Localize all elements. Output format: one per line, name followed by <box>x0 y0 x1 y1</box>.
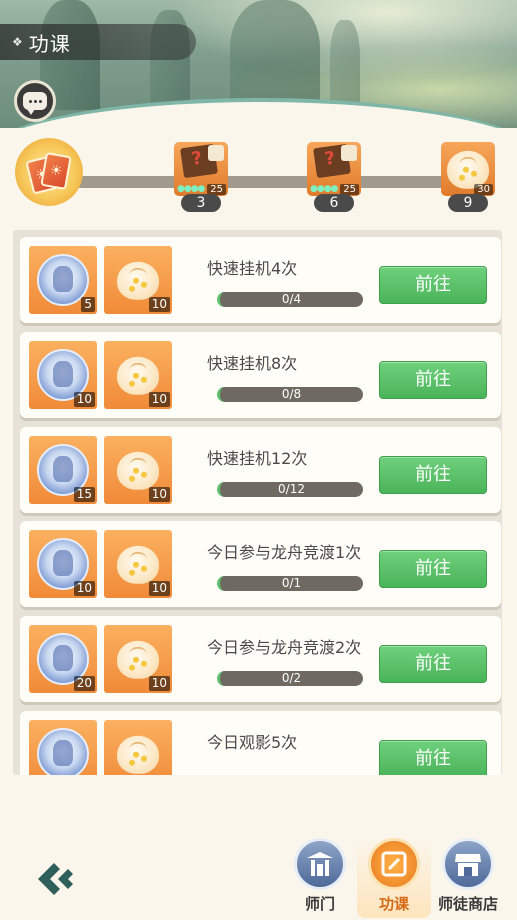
reward-qty: 10 <box>148 297 170 312</box>
reward-item[interactable]: 15 <box>29 435 97 504</box>
reward-item[interactable]: 10 <box>104 530 172 599</box>
nav-item-shimen[interactable]: 师门 <box>283 838 357 918</box>
back-arrow-icon <box>38 863 73 895</box>
nav-label: 师徒商店 <box>437 895 498 913</box>
chat-bubble-icon <box>23 92 47 115</box>
progress-bar: 0/2 <box>217 671 363 687</box>
cards-icon[interactable]: ☀ ☀ <box>15 138 83 206</box>
nav-label: 师门 <box>304 895 335 913</box>
progress-bar: 0/4 <box>217 292 363 307</box>
task-row: 10 10 快速挂机8次 0/8 前往 <box>20 331 501 418</box>
milestone-reward[interactable]: 30 9 <box>441 142 495 212</box>
progress-bar: 0/1 <box>217 576 363 592</box>
task-row: 15 10 快速挂机12次 0/12 前往 <box>20 426 501 513</box>
reward-qty: 10 <box>148 581 170 597</box>
task-name: 快速挂机4次 <box>207 259 298 278</box>
reward-item[interactable]: 10 <box>104 246 172 314</box>
task-name: 今日参与龙舟竞渡2次 <box>207 638 362 658</box>
shop-icon <box>442 838 494 890</box>
reward-item[interactable]: 10 <box>29 340 97 409</box>
dumpling-icon <box>117 356 159 395</box>
milestone-reward[interactable]: ●●●● 25 6 <box>307 142 361 212</box>
dumpling-icon <box>117 735 159 774</box>
reward-qty: 10 <box>73 581 95 597</box>
reward-qty: 20 <box>73 676 95 692</box>
go-button[interactable]: 前往 <box>379 645 487 684</box>
reward-item[interactable] <box>104 719 172 775</box>
notebook-icon <box>368 838 420 890</box>
jade-token-icon <box>37 727 89 775</box>
milestone-label: 9 <box>448 194 488 212</box>
reward-item[interactable] <box>29 719 97 775</box>
nav-item-gongke[interactable]: 功课 <box>357 838 431 918</box>
dumpling-icon <box>117 640 159 679</box>
reward-item[interactable]: 10 <box>104 340 172 409</box>
task-row: 10 10 今日参与龙舟竞渡1次 0/1 前往 <box>20 521 501 608</box>
progress-text: 0/8 <box>281 386 302 401</box>
reward-item[interactable]: 20 <box>29 625 97 694</box>
dumpling-icon <box>117 261 159 300</box>
task-name: 今日参与龙舟竞渡1次 <box>207 543 362 563</box>
nav-item-shop[interactable]: 师徒商店 <box>431 838 505 918</box>
progress-text: 0/2 <box>281 671 302 686</box>
reward-qty: 10 <box>148 676 170 692</box>
reward-item[interactable]: 5 <box>29 246 97 314</box>
reward-qty: 5 <box>81 297 95 312</box>
gate-icon <box>294 838 346 890</box>
progress-text: 0/12 <box>278 481 305 496</box>
header-banner <box>0 0 517 128</box>
task-name: 快速挂机12次 <box>207 448 308 468</box>
task-row: 今日观影5次 前往 <box>20 710 501 775</box>
milestone-label: 3 <box>181 194 221 212</box>
reward-qty: 10 <box>73 391 95 407</box>
milestone-reward[interactable]: ●●●● 25 3 <box>174 142 228 212</box>
go-button[interactable]: 前往 <box>379 360 487 399</box>
task-row: 5 10 快速挂机4次 0/4 前往 <box>20 237 501 323</box>
progress-bar: 0/12 <box>217 481 363 497</box>
task-row: 20 10 今日参与龙舟竞渡2次 0/2 前往 <box>20 616 501 703</box>
back-button[interactable] <box>32 859 78 899</box>
reward-item[interactable]: 10 <box>29 530 97 599</box>
progress-track: ☀ ☀ ●●●● 25 3 ●●●● 25 6 30 9 <box>0 130 517 220</box>
go-button[interactable]: 前往 <box>379 739 487 775</box>
chat-button[interactable] <box>14 80 56 122</box>
nav-label: 功课 <box>378 895 409 913</box>
reward-item[interactable]: 10 <box>104 435 172 504</box>
progress-bar: 0/8 <box>217 386 363 402</box>
progress-text: 0/1 <box>281 576 302 591</box>
reward-qty: 15 <box>73 486 95 502</box>
dumpling-icon <box>117 451 159 490</box>
reward-qty: 10 <box>148 486 170 502</box>
task-list[interactable]: 5 10 快速挂机4次 0/4 前往 10 10 快速挂机8次 0/8 前往 1 <box>13 230 502 775</box>
go-button[interactable]: 前往 <box>379 550 487 589</box>
dumpling-icon <box>117 546 159 585</box>
reward-qty: 10 <box>148 391 170 407</box>
task-name: 今日观影5次 <box>207 732 298 752</box>
task-name: 快速挂机8次 <box>207 353 298 373</box>
milestone-label: 6 <box>314 194 354 212</box>
title-bar: ❖ 功课 <box>0 24 196 60</box>
diamond-icon: ❖ <box>12 35 23 49</box>
reward-item[interactable]: 10 <box>104 625 172 694</box>
page-title: 功课 <box>28 31 71 56</box>
go-button[interactable]: 前往 <box>379 455 487 494</box>
go-button[interactable]: 前往 <box>379 266 487 304</box>
progress-line <box>70 176 470 188</box>
progress-text: 0/4 <box>281 292 302 306</box>
